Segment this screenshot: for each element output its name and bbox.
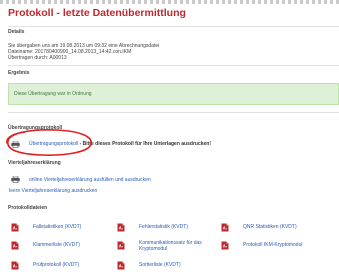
pdf-icon[interactable] — [221, 223, 229, 232]
divider — [8, 112, 339, 113]
top-border — [0, 0, 339, 4]
protocol-file-label-line: Protokoll IKM-Kryptomodul — [243, 242, 303, 248]
printer-icon[interactable] — [11, 141, 20, 148]
protocol-file-label-line: Prüfprotokoll (KVDT) — [33, 262, 80, 268]
vierteljahreserklaerung-heading: Vierteljahreserklärung — [8, 160, 61, 166]
protokolldateien-heading: Protokolldateien — [8, 205, 48, 211]
divider — [8, 26, 339, 27]
protocol-file-label-line: QNR Statistiken (KVDT) — [243, 224, 297, 230]
protocol-file-link[interactable]: Prüfprotokoll (KVDT) — [33, 262, 79, 268]
protocol-file-label-line: Klammerliste (KVDT) — [33, 242, 80, 248]
pdf-icon[interactable] — [221, 241, 229, 250]
protocol-file-link[interactable]: Sortierliste (KVDT) — [139, 262, 181, 268]
uebertragungsprotokoll-row: Übertragungsprotokoll - Bitte dieses Pro… — [29, 141, 211, 147]
protocol-file-label-line: Fallstatistiken (KVDT) — [33, 224, 82, 230]
pdf-icon[interactable] — [11, 261, 19, 270]
protocol-file-link[interactable]: QNR Statistiken (KVDT) — [243, 224, 297, 230]
fill-quarterly-link[interactable]: online Vierteljahreserklärung ausfüllen … — [29, 177, 151, 183]
details-line-3: Übertragen durch: A00013 — [8, 55, 67, 61]
protocol-file-label-line: Kryptomodul — [139, 246, 168, 252]
fill-quarterly-row: online Vierteljahreserklärung ausfüllen … — [29, 177, 151, 183]
protocol-file-link[interactable]: Protokoll IKM-Kryptomodul — [243, 242, 302, 248]
blank-quarterly-link[interactable]: leere Vierteljahreserklärung ausdrucken — [9, 188, 97, 194]
pdf-icon[interactable] — [11, 223, 19, 232]
divider — [8, 65, 339, 66]
blank-quarterly-row: leere Vierteljahreserklärung ausdrucken — [9, 188, 97, 194]
protocol-file-link[interactable]: Fehlerstatistik (KVDT) — [139, 224, 188, 230]
protocol-file-link[interactable]: Kommunikationssatz für das Kryptomodul — [139, 240, 202, 252]
page-title: Protokoll - letzte Datenübermittlung — [8, 7, 186, 19]
protocol-file-label-line: Fehlerstatistik (KVDT) — [139, 224, 188, 230]
printer-icon[interactable] — [11, 176, 20, 183]
protocol-file-link[interactable]: Klammerliste (KVDT) — [33, 242, 80, 248]
uebertragungsprotokoll-heading: Übertragungsprotokoll — [8, 125, 63, 131]
pdf-icon[interactable] — [117, 241, 125, 250]
pdf-icon[interactable] — [117, 223, 125, 232]
success-message-box: Diese Übertragung war in Ordnung — [8, 83, 339, 105]
success-message: Diese Übertragung war in Ordnung — [14, 91, 92, 97]
protocol-file-label-line: Sortierliste (KVDT) — [139, 262, 181, 268]
protocol-file-link[interactable]: Fallstatistiken (KVDT) — [33, 224, 81, 230]
uebertragungsprotokoll-link[interactable]: Übertragungsprotokoll — [29, 141, 78, 147]
print-note: - Bitte dieses Protokoll für Ihre Unterl… — [78, 141, 212, 147]
details-heading: Details — [8, 29, 25, 35]
pdf-icon[interactable] — [117, 261, 125, 270]
ergebnis-heading: Ergebnis — [8, 70, 30, 76]
pdf-icon[interactable] — [11, 241, 19, 250]
